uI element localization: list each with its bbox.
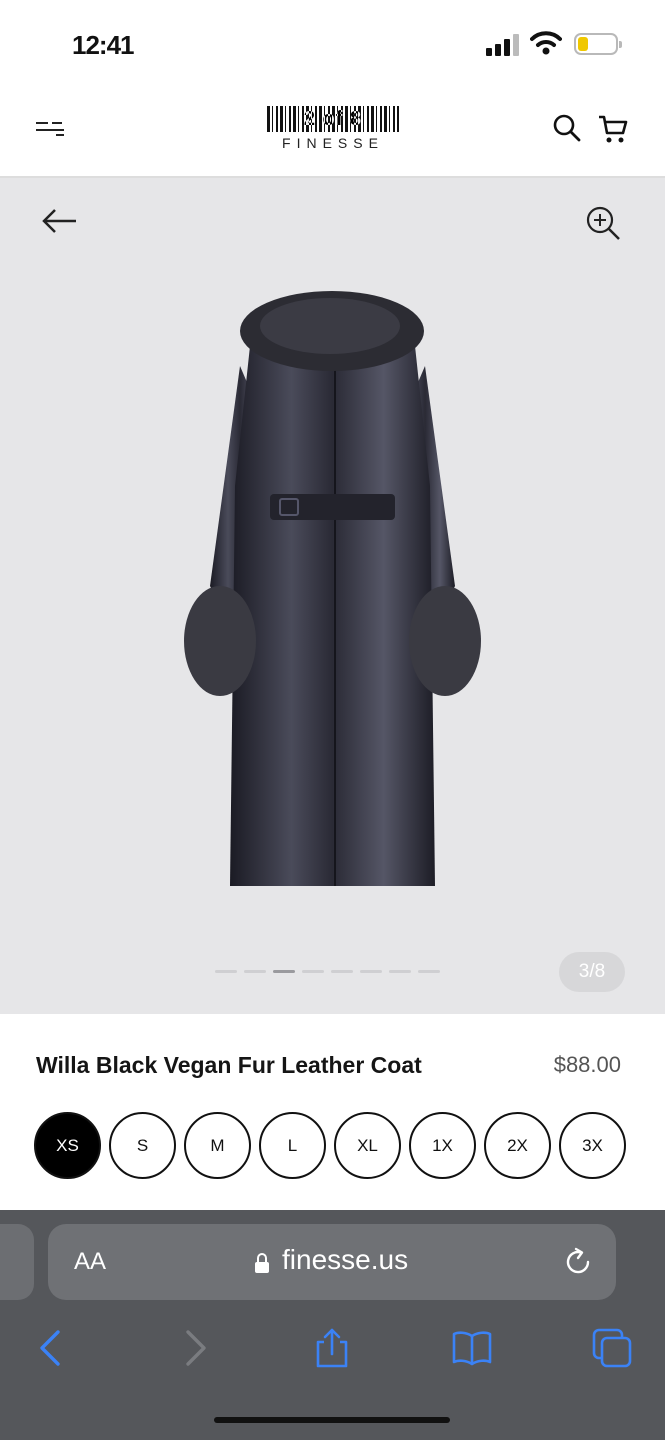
zoom-in-icon[interactable]	[584, 204, 622, 242]
carousel-indicator	[215, 970, 440, 974]
size-option-xl[interactable]: XL	[334, 1112, 401, 1179]
wifi-icon	[530, 31, 562, 55]
finesse-logo[interactable]: 2 of 8 FINESSE	[265, 106, 401, 154]
carousel-dot[interactable]	[389, 970, 411, 973]
search-icon[interactable]	[553, 114, 581, 142]
browser-forward-icon[interactable]	[172, 1326, 216, 1370]
bookmarks-icon[interactable]	[450, 1326, 494, 1370]
status-time: 12:41	[72, 30, 134, 60]
size-selector: XS S M L XL 1X 2X 3X	[34, 1112, 626, 1179]
carousel-dot[interactable]	[331, 970, 353, 973]
reload-icon[interactable]	[562, 1246, 594, 1278]
back-arrow-icon[interactable]	[40, 206, 80, 236]
carousel-dot-active[interactable]	[273, 970, 295, 973]
cellular-signal-icon	[486, 34, 520, 56]
menu-icon[interactable]	[36, 120, 66, 136]
carousel-dot[interactable]	[215, 970, 237, 973]
lock-icon	[255, 1253, 269, 1273]
product-title: Willa Black Vegan Fur Leather Coat	[36, 1052, 422, 1078]
carousel-dot[interactable]	[302, 970, 324, 973]
size-option-1x[interactable]: 1X	[409, 1112, 476, 1179]
size-option-3x[interactable]: 3X	[559, 1112, 626, 1179]
product-price: $88.00	[553, 1052, 621, 1077]
share-icon[interactable]	[310, 1326, 354, 1370]
status-bar: 12:41	[0, 0, 665, 90]
carousel-dot[interactable]	[418, 970, 440, 973]
size-option-2x[interactable]: 2X	[484, 1112, 551, 1179]
size-option-m[interactable]: M	[184, 1112, 251, 1179]
logo-overlay-text: 2 of 8	[303, 108, 363, 130]
address-bar[interactable]: AA finesse.us	[48, 1224, 616, 1300]
product-image-coat	[184, 291, 481, 886]
size-option-xs[interactable]: XS	[34, 1112, 101, 1179]
reader-settings-button[interactable]: AA	[74, 1248, 106, 1276]
site-header: 2 of 8 FINESSE	[0, 90, 665, 178]
browser-chrome: AA finesse.us	[0, 1210, 665, 1440]
image-counter: 3/8	[559, 952, 625, 992]
aa-label: AA	[74, 1248, 107, 1275]
barcode-logo: 2 of 8	[267, 106, 399, 132]
battery-icon	[574, 33, 622, 55]
url-text[interactable]: finesse.us	[282, 1244, 408, 1276]
carousel-dot[interactable]	[360, 970, 382, 973]
previous-tab-peek[interactable]	[0, 1224, 34, 1300]
carousel-dot[interactable]	[244, 970, 266, 973]
size-option-s[interactable]: S	[109, 1112, 176, 1179]
browser-toolbar	[0, 1318, 665, 1374]
browser-back-icon[interactable]	[30, 1326, 74, 1370]
size-option-l[interactable]: L	[259, 1112, 326, 1179]
cart-icon[interactable]	[597, 114, 629, 144]
brand-name: FINESSE	[282, 135, 384, 151]
home-indicator[interactable]	[214, 1417, 450, 1423]
tabs-icon[interactable]	[590, 1326, 634, 1370]
product-gallery[interactable]: 3/8	[0, 178, 665, 1014]
